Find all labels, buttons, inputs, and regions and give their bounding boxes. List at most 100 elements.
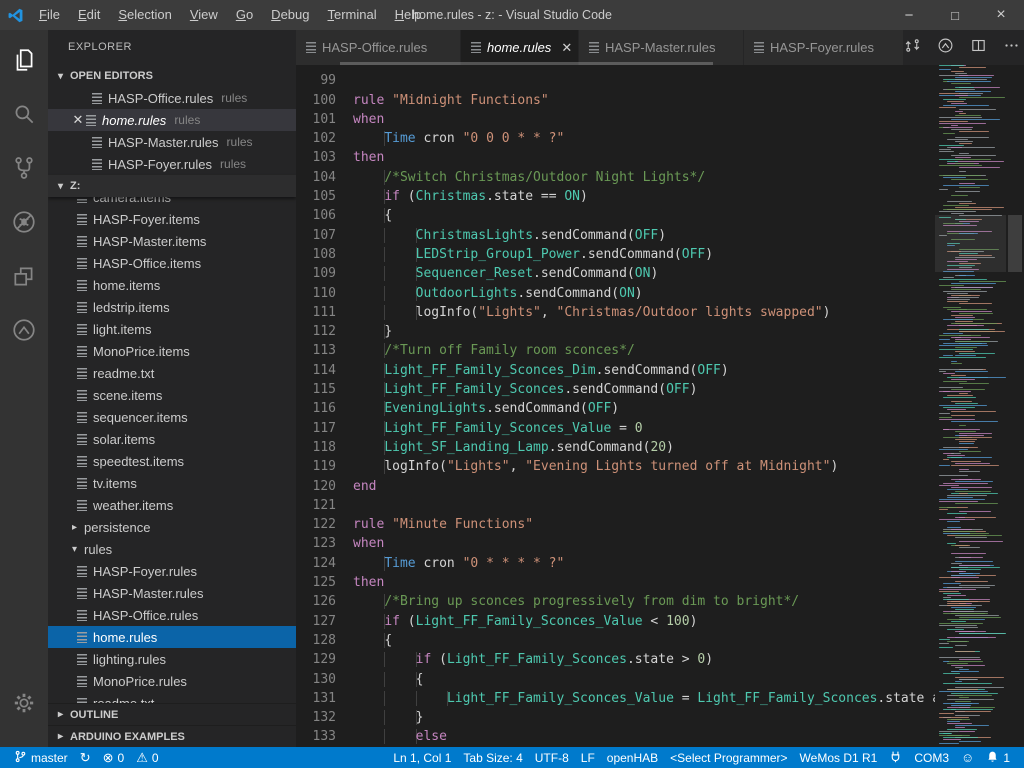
menu-edit[interactable]: Edit	[69, 0, 109, 30]
maximize-button[interactable]: □	[932, 0, 978, 30]
menu-terminal[interactable]: Terminal	[318, 0, 385, 30]
sidebar-item-readme-txt[interactable]: readme.txt	[48, 692, 296, 703]
editor-scrollbar[interactable]	[1006, 65, 1024, 747]
sidebar-item-home-rules[interactable]: ✕home.rulesrules	[48, 109, 296, 131]
minimize-button[interactable]: −	[886, 0, 932, 30]
status-tab-size-4[interactable]: Tab Size: 4	[457, 747, 528, 768]
sidebar-item-hasp-master-items[interactable]: HASP-Master.items	[48, 230, 296, 252]
code-line-111: 111 logInfo("Lights", "Christmas/Outdoor…	[296, 303, 935, 322]
status-1[interactable]: 1	[980, 747, 1016, 768]
source-control-icon[interactable]	[0, 144, 48, 192]
status-smiley[interactable]: ☺	[955, 747, 980, 768]
menu-bar: FileEditSelectionViewGoDebugTerminalHelp	[30, 0, 430, 30]
status-0[interactable]: ⊗0	[97, 747, 131, 768]
item-label: tv.items	[93, 476, 137, 491]
sidebar-item-hasp-office-rules[interactable]: HASP-Office.rulesrules	[48, 87, 296, 109]
sidebar-item-monoprice-rules[interactable]: MonoPrice.rules	[48, 670, 296, 692]
sidebar-item-speedtest-items[interactable]: speedtest.items	[48, 450, 296, 472]
close-button[interactable]: ×	[978, 0, 1024, 30]
status-0[interactable]: ⚠0	[130, 747, 164, 768]
sidebar-item-hasp-foyer-rules[interactable]: HASP-Foyer.rulesrules	[48, 153, 296, 175]
sidebar-item-readme-txt[interactable]: readme.txt	[48, 362, 296, 384]
sidebar-item-camera-items[interactable]: camera.items	[48, 197, 296, 208]
status-master[interactable]: master	[8, 747, 74, 768]
settings-icon[interactable]	[0, 679, 48, 727]
tab-overflow-scrollbar[interactable]	[340, 62, 713, 65]
sidebar-item-home-rules[interactable]: home.rules	[48, 626, 296, 648]
code-line-102: 102 Time cron "0 0 0 * * ?"	[296, 129, 935, 148]
sidebar-item-sequencer-items[interactable]: sequencer.items	[48, 406, 296, 428]
file-icon	[77, 302, 87, 313]
status-lf[interactable]: LF	[575, 747, 601, 768]
platformio-icon[interactable]	[0, 306, 48, 354]
item-label: home.rules	[102, 113, 166, 128]
split-editor-icon[interactable]	[970, 37, 987, 59]
status--select-programmer-[interactable]: <Select Programmer>	[664, 747, 793, 768]
status-wemos-d1-r1[interactable]: WeMos D1 R1	[794, 747, 884, 768]
sidebar-item-hasp-master-rules[interactable]: HASP-Master.rules	[48, 582, 296, 604]
tab-home-rules[interactable]: home.rules✕	[461, 30, 579, 65]
menu-debug[interactable]: Debug	[262, 0, 318, 30]
status-openhab[interactable]: openHAB	[601, 747, 664, 768]
sidebar-item-hasp-master-rules[interactable]: HASP-Master.rulesrules	[48, 131, 296, 153]
minimap[interactable]	[935, 65, 1006, 747]
menu-file[interactable]: File	[30, 0, 69, 30]
sidebar-item-hasp-office-items[interactable]: HASP-Office.items	[48, 252, 296, 274]
sidebar-item-lighting-rules[interactable]: lighting.rules	[48, 648, 296, 670]
status-utf-8[interactable]: UTF-8	[529, 747, 575, 768]
sidebar-item-tv-items[interactable]: tv.items	[48, 472, 296, 494]
code-editor[interactable]: 98end99100rule "Midnight Functions"101wh…	[296, 65, 935, 747]
file-icon	[306, 42, 316, 53]
scrollbar-thumb[interactable]	[1008, 215, 1022, 272]
sidebar-item-hasp-office-rules[interactable]: HASP-Office.rules	[48, 604, 296, 626]
sidebar-item-home-items[interactable]: home.items	[48, 274, 296, 296]
more-actions-icon[interactable]	[1003, 37, 1020, 59]
menu-selection[interactable]: Selection	[109, 0, 180, 30]
sidebar-item-ledstrip-items[interactable]: ledstrip.items	[48, 296, 296, 318]
code-line-130: 130 {	[296, 670, 935, 689]
sidebar-section-outline[interactable]: ▸OUTLINE	[48, 703, 296, 725]
code-line-110: 110 OutdoorLights.sendCommand(ON)	[296, 284, 935, 303]
sidebar-item-weather-items[interactable]: weather.items	[48, 494, 296, 516]
status-plug[interactable]	[883, 747, 908, 768]
file-icon	[589, 42, 599, 53]
menu-help[interactable]: Help	[386, 0, 431, 30]
menu-go[interactable]: Go	[227, 0, 262, 30]
platformio-icon[interactable]	[937, 37, 954, 59]
sidebar-item-rules[interactable]: ▾rules	[48, 538, 296, 560]
extensions-icon[interactable]	[0, 252, 48, 300]
tab-hasp-master-rules[interactable]: HASP-Master.rules	[579, 30, 744, 65]
code-line-105: 105 if (Christmas.state == ON)	[296, 187, 935, 206]
sidebar-item-light-items[interactable]: light.items	[48, 318, 296, 340]
menu-view[interactable]: View	[181, 0, 227, 30]
minimap-slider[interactable]	[935, 215, 1006, 272]
sidebar-item-z-[interactable]: ▾Z:	[48, 175, 296, 197]
file-icon	[77, 197, 87, 203]
sidebar-item-monoprice-items[interactable]: MonoPrice.items	[48, 340, 296, 362]
compare-changes-icon[interactable]	[904, 37, 921, 59]
debug-icon[interactable]	[0, 198, 48, 246]
close-editor-icon[interactable]: ✕	[70, 112, 86, 128]
sidebar-section-arduino-examples[interactable]: ▸ARDUINO EXAMPLES	[48, 725, 296, 747]
sidebar-item-hasp-foyer-items[interactable]: HASP-Foyer.items	[48, 208, 296, 230]
item-label: weather.items	[93, 498, 173, 513]
tab-hasp-office-rules[interactable]: HASP-Office.rules	[296, 30, 461, 65]
tab-hasp-foyer-rules[interactable]: HASP-Foyer.rules	[744, 30, 904, 65]
status-ln-1-col-1[interactable]: Ln 1, Col 1	[387, 747, 457, 768]
explorer-icon[interactable]	[0, 36, 48, 84]
sidebar-item-hasp-foyer-rules[interactable]: HASP-Foyer.rules	[48, 560, 296, 582]
status-com3[interactable]: COM3	[908, 747, 955, 768]
chevron-right-icon: ▸	[58, 731, 70, 742]
sidebar-item-scene-items[interactable]: scene.items	[48, 384, 296, 406]
close-tab-icon[interactable]: ✕	[561, 40, 572, 56]
file-icon	[471, 42, 481, 53]
status-sync[interactable]: ↻	[74, 747, 97, 768]
sidebar-item-persistence[interactable]: ▸persistence	[48, 516, 296, 538]
sidebar-item-open-editors[interactable]: ▾OPEN EDITORS	[48, 65, 296, 87]
code-line-109: 109 Sequencer_Reset.sendCommand(ON)	[296, 264, 935, 283]
smiley-icon: ☺	[961, 751, 974, 765]
sidebar-item-solar-items[interactable]: solar.items	[48, 428, 296, 450]
search-icon[interactable]	[0, 90, 48, 138]
file-icon	[92, 159, 102, 170]
status-bar: master↻⊗0⚠0 Ln 1, Col 1Tab Size: 4UTF-8L…	[0, 747, 1024, 768]
